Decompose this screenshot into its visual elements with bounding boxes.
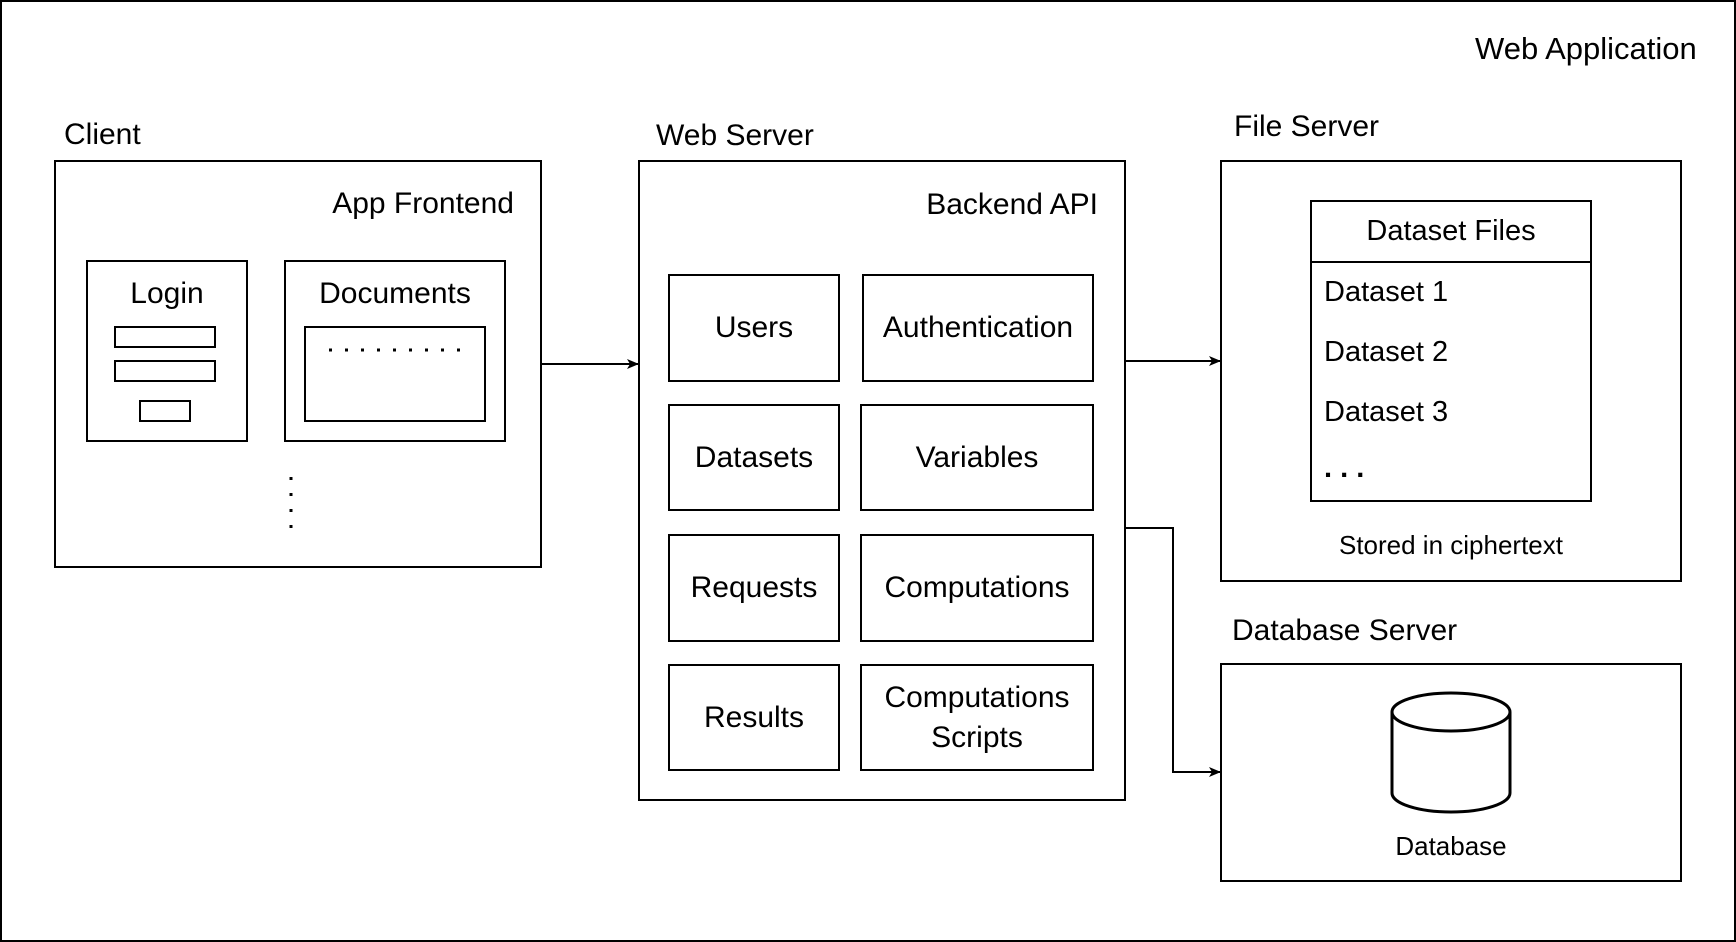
database-label: Database	[1395, 831, 1507, 861]
module-variables[interactable]: Variables	[860, 404, 1094, 511]
diagram-title: Web Application	[1475, 31, 1697, 66]
module-computations-scripts[interactable]: Computations Scripts	[860, 664, 1094, 771]
login-label: Login	[130, 277, 204, 310]
documents-label: Documents	[319, 277, 471, 310]
module-computations[interactable]: Computations	[860, 534, 1094, 642]
documents-component[interactable]: Documents	[284, 260, 506, 442]
module-requests[interactable]: Requests	[668, 534, 840, 642]
dataset-file-item[interactable]: Dataset 2	[1324, 338, 1448, 367]
client-label: Client	[64, 118, 141, 151]
architecture-diagram: Web Application Client App Frontend Logi…	[0, 0, 1736, 942]
module-computations-scripts-label: Computations Scripts	[884, 680, 1070, 754]
database-server-container: Database	[1220, 663, 1682, 882]
dataset-file-item[interactable]: Dataset 1	[1324, 278, 1448, 307]
arrow-web-server-to-database-server	[1125, 527, 1221, 777]
file-server-label: File Server	[1234, 110, 1380, 143]
ciphertext-note: Stored in ciphertext	[1338, 530, 1563, 560]
database-server-label: Database Server	[1232, 614, 1458, 647]
web-server-label: Web Server	[656, 119, 814, 152]
module-users[interactable]: Users	[668, 274, 840, 382]
login-component[interactable]: Login	[86, 260, 248, 442]
dataset-files-list: Dataset Files Dataset 1 Dataset 2 Datase…	[1310, 200, 1592, 502]
module-authentication[interactable]: Authentication	[862, 274, 1094, 382]
app-frontend-label: App Frontend	[332, 187, 514, 220]
dataset-files-header: Dataset Files	[1312, 202, 1590, 263]
backend-api-label: Backend API	[926, 188, 1098, 221]
dataset-file-more: . . .	[1324, 452, 1365, 484]
module-results[interactable]: Results	[668, 664, 840, 771]
module-datasets[interactable]: Datasets	[668, 404, 840, 511]
dataset-file-item[interactable]: Dataset 3	[1324, 398, 1448, 427]
